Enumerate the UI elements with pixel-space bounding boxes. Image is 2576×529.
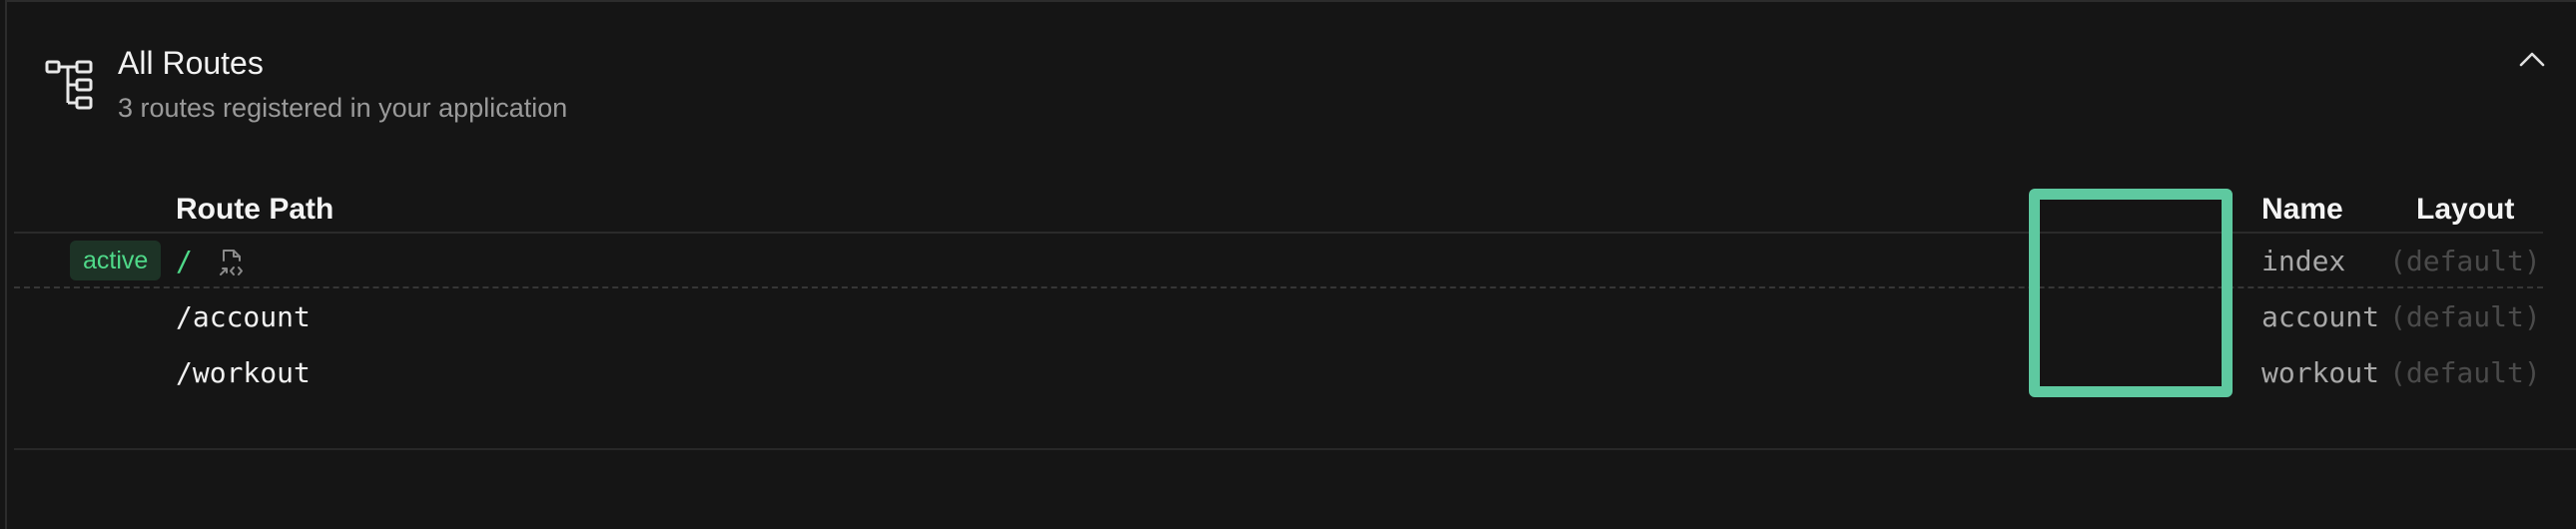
route-path-link[interactable]: / [176,242,193,281]
route-path-link[interactable]: /workout [176,353,311,393]
active-badge: active [70,241,162,280]
route-path-link[interactable]: /account [176,297,311,337]
route-layout: (default) [2389,300,2541,333]
section-subtitle: 3 routes registered in your application [118,93,568,123]
column-header-route-path: Route Path [176,193,334,226]
column-header-layout: Layout [2416,193,2515,226]
route-tree-icon [45,60,93,110]
table-bottom-divider [14,448,2576,450]
route-name: account [2261,300,2380,333]
highlight-box [2029,189,2233,397]
route-name: index [2261,245,2346,277]
route-layout: (default) [2389,356,2541,389]
open-in-editor-icon[interactable] [218,248,246,277]
collapse-button[interactable] [2515,42,2549,76]
chevron-up-icon [2519,52,2545,67]
section-title: All Routes [118,45,264,81]
column-header-name: Name [2261,193,2343,226]
route-layout: (default) [2389,245,2541,277]
route-name: workout [2261,356,2380,389]
routes-panel: All Routes 3 routes registered in your a… [5,0,2576,529]
